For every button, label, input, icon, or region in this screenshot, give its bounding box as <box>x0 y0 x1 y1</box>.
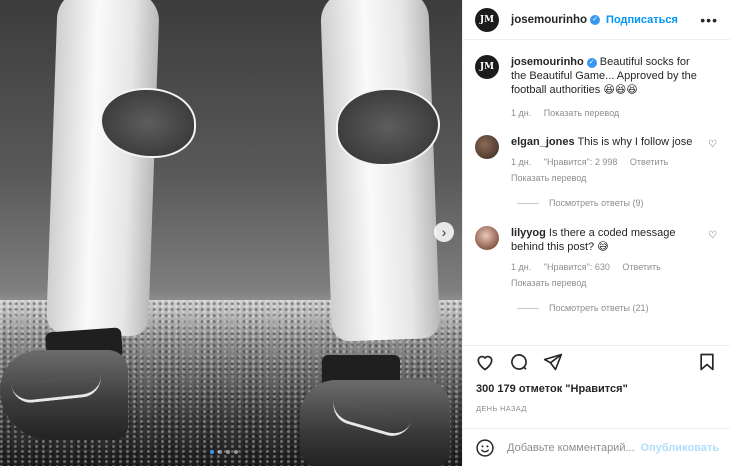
caption-emoji: 😆 <box>626 84 638 96</box>
heart-icon[interactable]: ♡ <box>708 230 717 241</box>
comment-time[interactable]: 1 дн. <box>511 262 531 272</box>
comment-text: This is why I follow jose <box>577 136 693 148</box>
bookmark-icon[interactable] <box>697 352 719 374</box>
follow-button[interactable]: Подписаться <box>606 14 678 26</box>
reply-button[interactable]: Ответить <box>630 157 668 167</box>
comment-input[interactable]: Добавьте комментарий... <box>507 442 635 454</box>
caption-translate-link[interactable]: Показать перевод <box>544 108 619 118</box>
instagram-post-view: › JM josemourinho ✓ Подписаться ••• JM j… <box>0 0 730 466</box>
comment-icon[interactable] <box>509 352 531 374</box>
avatar[interactable] <box>475 135 499 159</box>
comment-item: lilyyog Is there a coded message behind … <box>463 226 730 290</box>
view-replies-button[interactable]: Посмотреть ответы (9) <box>517 198 644 208</box>
more-options-icon[interactable]: ••• <box>700 12 718 28</box>
reply-divider <box>517 307 539 309</box>
avatar[interactable] <box>475 226 499 250</box>
post-header: JM josemourinho ✓ Подписаться ••• <box>463 0 730 40</box>
caption-emoji: 😆 <box>614 84 627 96</box>
header-username[interactable]: josemourinho <box>511 14 587 26</box>
caption-time[interactable]: 1 дн. <box>511 108 531 118</box>
comment-time[interactable]: 1 дн. <box>511 157 531 167</box>
heart-icon[interactable]: ♡ <box>708 139 717 150</box>
comment-composer: Добавьте комментарий... Опубликовать <box>463 428 730 466</box>
post-actions-bar <box>463 345 730 375</box>
comment-username[interactable]: lilyyog <box>511 227 546 239</box>
carousel-dot <box>234 450 238 454</box>
verified-badge-icon: ✓ <box>590 14 601 25</box>
right-leg-sock <box>319 0 441 342</box>
comment-likes[interactable]: "Нравится": 630 <box>544 262 610 272</box>
avatar[interactable]: JM <box>475 7 499 32</box>
chevron-right-icon[interactable]: › <box>434 222 454 242</box>
likes-count[interactable]: 300 179 отметок "Нравится" <box>476 383 628 395</box>
heart-icon[interactable] <box>475 352 497 374</box>
avatar[interactable]: JM <box>475 55 499 79</box>
comment-likes[interactable]: "Нравится": 2 998 <box>544 157 618 167</box>
carousel-dot <box>210 450 214 454</box>
carousel-dot <box>226 450 230 454</box>
carousel-dots <box>210 450 238 454</box>
carousel-dot <box>218 450 222 454</box>
comments-list[interactable]: JM josemourinho ✓ Beautiful socks for the… <box>463 41 730 341</box>
caption: JM josemourinho ✓ Beautiful socks for the… <box>463 41 730 120</box>
verified-badge-icon: ✓ <box>586 58 597 68</box>
caption-emoji: 😆 <box>603 84 615 96</box>
send-icon[interactable] <box>543 352 565 374</box>
comment-translate-link[interactable]: Показать перевод <box>511 278 586 288</box>
comment-item: elgan_jones This is why I follow jose 1 … <box>463 135 730 185</box>
post-sidebar: JM josemourinho ✓ Подписаться ••• JM jos… <box>462 0 730 466</box>
view-replies-button[interactable]: Посмотреть ответы (21) <box>517 303 649 313</box>
comment-translate-link[interactable]: Показать перевод <box>511 173 586 183</box>
reply-button[interactable]: Ответить <box>622 262 660 272</box>
post-date: ДЕНЬ НАЗАД <box>476 404 527 413</box>
comment-emoji: 😅 <box>597 241 609 253</box>
caption-username[interactable]: josemourinho <box>511 56 584 68</box>
post-photo[interactable]: › <box>0 0 462 466</box>
comment-username[interactable]: elgan_jones <box>511 136 575 148</box>
left-leg-sock <box>46 0 160 337</box>
smile-icon[interactable] <box>475 438 495 458</box>
publish-button[interactable]: Опубликовать <box>640 442 719 454</box>
reply-divider <box>517 202 539 204</box>
